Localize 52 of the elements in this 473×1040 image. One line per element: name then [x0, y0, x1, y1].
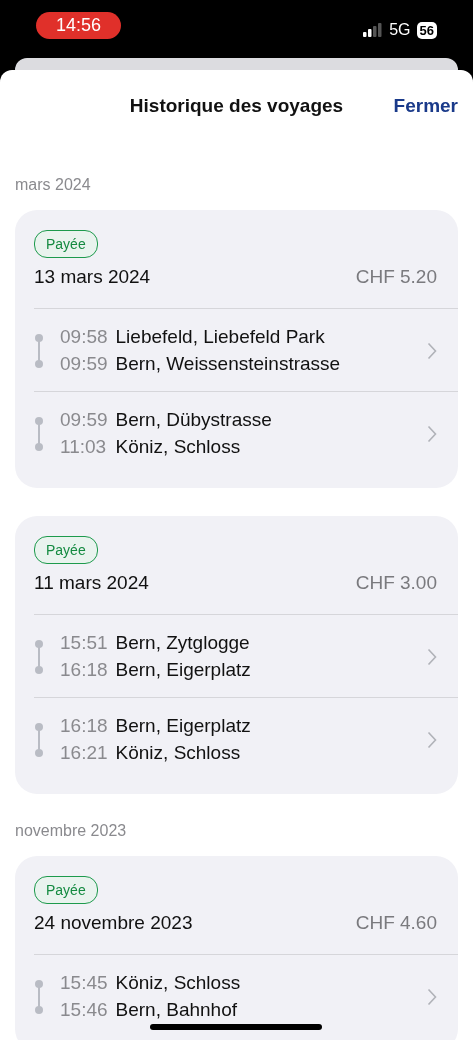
departure-time: 16:18	[60, 714, 108, 738]
chevron-icon	[427, 647, 437, 666]
chevron-icon	[427, 341, 437, 360]
arrival-stop: Köniz, Schloss	[115, 741, 242, 765]
trip-leg[interactable]: 15:51 Bern, Zytglogge 16:18 Bern, Eigerplatz	[34, 615, 458, 698]
departure-time: 15:45	[60, 971, 108, 995]
status-badge: Payée	[34, 876, 98, 904]
route-icon	[34, 721, 44, 758]
trip-leg[interactable]: 15:45 Köniz, Schloss 15:46 Bern, Bahnhof	[34, 955, 458, 1037]
status-badge: Payée	[34, 230, 98, 258]
network-label: 5G	[389, 21, 411, 39]
trip-leg[interactable]: 09:59 Bern, Dübystrasse 11:03 Köniz, Schloss	[34, 392, 458, 474]
arrival-stop: Köniz, Schloss	[115, 435, 242, 459]
chevron-icon	[427, 424, 437, 443]
route-icon	[34, 415, 44, 452]
route-icon	[34, 332, 44, 369]
arrival-time: 09:59	[60, 352, 108, 376]
month-heading: mars 2024	[15, 176, 92, 194]
trip-price: CHF 4.60	[355, 912, 437, 934]
route-icon	[34, 978, 44, 1015]
departure-time: 09:58	[60, 325, 108, 349]
arrival-stop: Bern, Weissensteinstrasse	[115, 352, 342, 376]
trip-price: CHF 3.00	[355, 572, 437, 594]
departure-stop: Liebefeld, Liebefeld Park	[115, 325, 326, 349]
arrival-time: 16:21	[60, 741, 108, 765]
trip-price: CHF 5.20	[355, 266, 437, 288]
arrival-time: 11:03	[60, 435, 108, 459]
arrival-time: 16:18	[60, 658, 108, 682]
trip-date: 24 novembre 2023	[34, 912, 193, 934]
battery-indicator: 56	[416, 21, 437, 39]
status-badge: Payée	[34, 536, 98, 564]
departure-time: 15:51	[60, 631, 108, 655]
signal-icon	[363, 23, 384, 37]
status-time: 14:56	[36, 11, 122, 39]
trip-date: 13 mars 2024	[34, 266, 151, 288]
departure-stop: Bern, Dübystrasse	[115, 408, 273, 432]
month-heading: novembre 2023	[15, 822, 128, 840]
departure-time: 09:59	[60, 408, 108, 432]
arrival-time: 15:46	[60, 998, 108, 1022]
departure-stop: Bern, Eigerplatz	[115, 714, 252, 738]
route-icon	[34, 638, 44, 675]
trip-leg[interactable]: 09:58 Liebefeld, Liebefeld Park 09:59 Bern, Weissensteinstrasse	[34, 309, 458, 392]
close-link[interactable]: Fermer	[393, 95, 458, 117]
sheet-title: Historique des voyages	[129, 95, 344, 117]
chevron-icon	[427, 987, 437, 1006]
chevron-icon	[427, 730, 437, 749]
trip-leg[interactable]: 16:18 Bern, Eigerplatz 16:21 Köniz, Schloss	[34, 698, 458, 780]
trip-date: 11 mars 2024	[34, 572, 149, 594]
departure-stop: Köniz, Schloss	[115, 971, 242, 995]
departure-stop: Bern, Zytglogge	[115, 631, 251, 655]
arrival-stop: Bern, Eigerplatz	[115, 658, 252, 682]
arrival-stop: Bern, Bahnhof	[115, 998, 239, 1022]
